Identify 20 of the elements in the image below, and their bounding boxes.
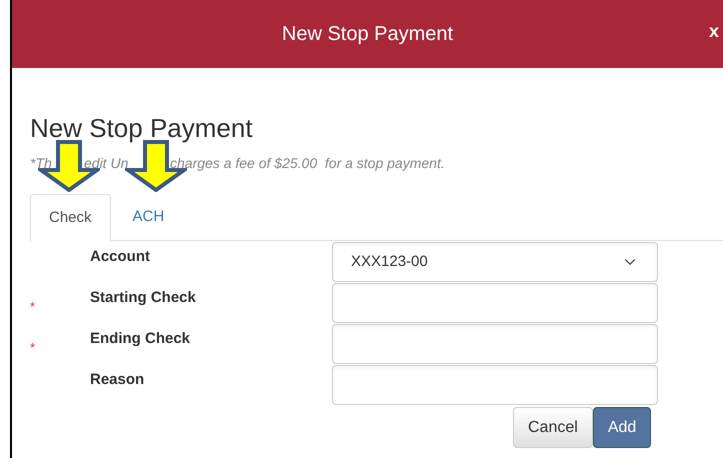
required-mark: * [30,340,36,355]
fee-note: charges a fee of $25.00 for a stop payment. [170,155,445,171]
input-field[interactable] [332,365,658,405]
add-button[interactable]: Add [592,407,652,448]
tab[interactable]: ACH [110,194,186,241]
page-heading: New Stop Payment [30,112,254,144]
input-field[interactable] [332,283,658,323]
field-label: Account [90,247,151,267]
field-label: Starting Check [90,288,197,308]
tab[interactable]: Check [30,194,111,242]
fee-note: edit Un [84,155,128,171]
input-field[interactable] [332,324,658,364]
cancel-button[interactable]: Cancel [513,407,593,448]
dialog-title: New Stop Payment [282,22,454,47]
close-button[interactable]: x [708,22,719,40]
fee-note: *Th [30,155,52,171]
required-mark: * [30,299,36,314]
account-select[interactable]: XXX123-00 [332,242,658,282]
field-label: Reason [90,370,146,390]
field-label: Ending Check [90,329,192,349]
